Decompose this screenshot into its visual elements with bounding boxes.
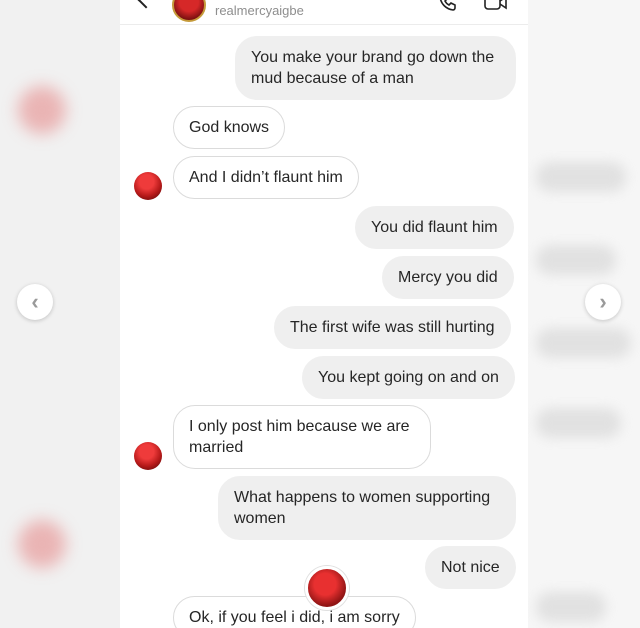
message-bubble-incoming: Ok, if you feel i did, i am sorry [173, 596, 416, 628]
message-text: God knows [189, 119, 270, 136]
back-arrow-icon[interactable] [137, 0, 155, 9]
message-text: You make your brand go down the mud beca… [251, 49, 495, 87]
carousel-prev-button[interactable]: ‹ [17, 284, 53, 320]
blurred-avatar [18, 86, 66, 134]
message-bubble-outgoing: Not nice [425, 546, 516, 589]
chat-screen: realmercyaigbe You make your brand go do… [120, 0, 528, 628]
video-call-icon[interactable] [483, 0, 509, 12]
chevron-left-icon: ‹ [31, 289, 39, 314]
message-text: What happens to women supporting women [234, 489, 491, 527]
blurred-bubble [536, 328, 631, 358]
message-text: The first wife was still hurting [290, 319, 495, 336]
message-bubble-incoming: I only post him because we are married [173, 405, 431, 469]
chevron-right-icon: › [599, 289, 607, 314]
sender-avatar[interactable] [134, 172, 162, 200]
blurred-backdrop-right [528, 0, 640, 628]
blurred-backdrop-left [0, 0, 120, 628]
avatar[interactable] [172, 0, 206, 22]
message-bubble-outgoing: What happens to women supporting women [218, 476, 516, 540]
message-bubble-incoming: And I didn’t flaunt him [173, 156, 359, 199]
blurred-bubble [536, 245, 616, 275]
seen-indicator-avatar [305, 566, 349, 610]
chat-header: realmercyaigbe [120, 0, 528, 25]
blurred-bubble [536, 162, 626, 192]
sender-avatar[interactable] [134, 442, 162, 470]
message-text: Ok, if you feel i did, i am sorry [189, 609, 400, 626]
blurred-bubble [536, 408, 621, 438]
carousel-next-button[interactable]: › [585, 284, 621, 320]
message-text: Not nice [441, 559, 500, 576]
blurred-bubble [536, 592, 606, 622]
message-bubble-incoming: God knows [173, 106, 286, 149]
message-bubble-outgoing: The first wife was still hurting [274, 306, 511, 349]
message-bubble-outgoing: You did flaunt him [355, 206, 514, 249]
message-text: Mercy you did [398, 269, 498, 286]
message-bubble-outgoing: You kept going on and on [302, 356, 515, 399]
message-bubble-outgoing: Mercy you did [382, 256, 514, 299]
message-text: You kept going on and on [318, 369, 499, 386]
message-bubble-outgoing: You make your brand go down the mud beca… [235, 36, 516, 100]
message-text: And I didn’t flaunt him [189, 169, 343, 186]
message-text: I only post him because we are married [189, 418, 410, 456]
chat-username[interactable]: realmercyaigbe [215, 3, 304, 18]
phone-call-icon[interactable] [438, 0, 458, 12]
blurred-avatar [18, 520, 66, 568]
message-text: You did flaunt him [371, 219, 498, 236]
